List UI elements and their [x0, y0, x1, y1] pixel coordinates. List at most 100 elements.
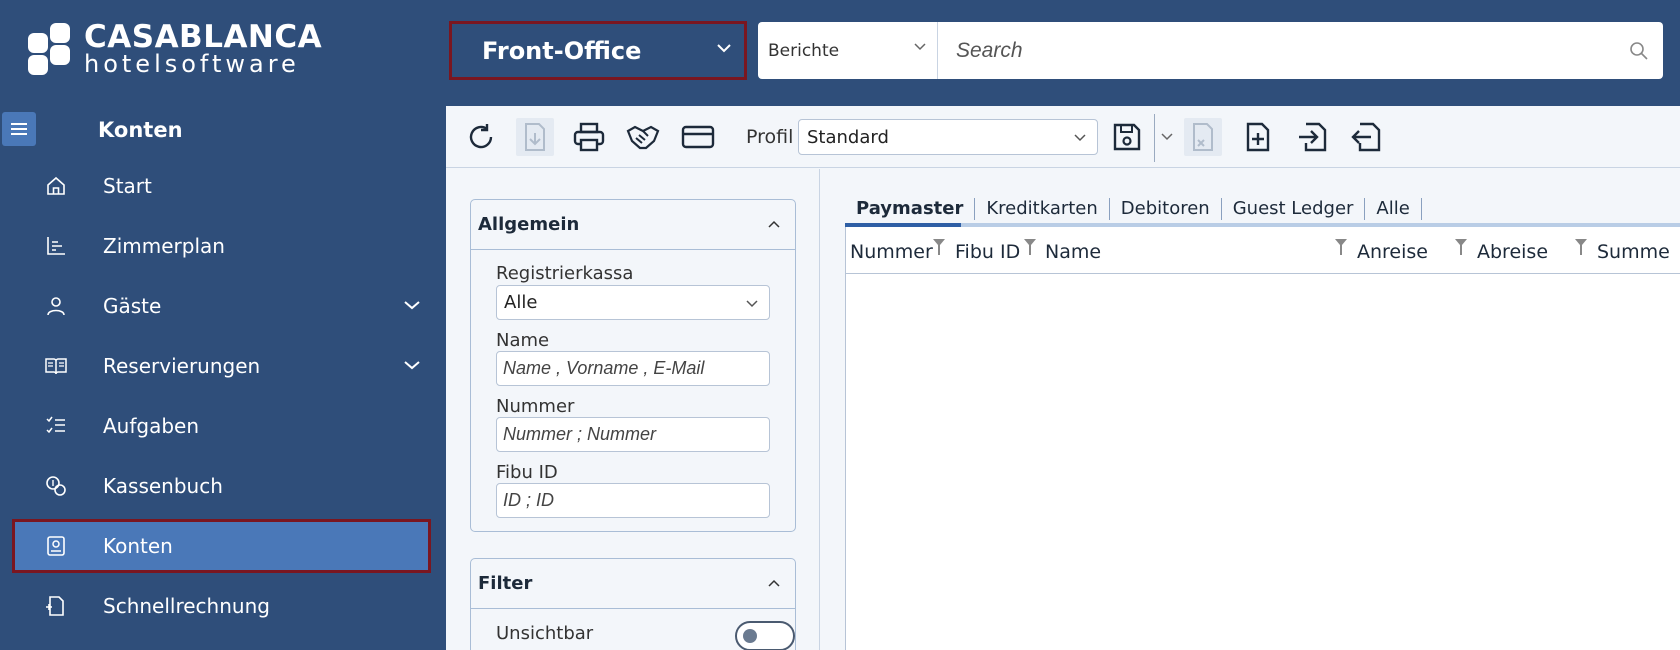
panel-filter: Filter Unsichtbar: [470, 558, 796, 650]
filter-funnel-icon[interactable]: [1575, 239, 1587, 255]
register-select[interactable]: Alle: [496, 285, 770, 320]
account-icon: [47, 536, 65, 556]
search-category-value: Berichte: [768, 40, 840, 61]
search-icon[interactable]: [1629, 41, 1649, 61]
profile-select-value: Standard: [807, 126, 889, 148]
column-header-summe[interactable]: Summe: [1597, 241, 1670, 263]
hamburger-icon: [11, 123, 27, 135]
sidebar-item-label: Start: [103, 174, 152, 198]
logo-text: CASABLANCA hotelsoftware: [84, 19, 323, 77]
save-icon: [1113, 123, 1141, 151]
logo-mark-icon: [28, 23, 72, 75]
profile-select[interactable]: Standard: [798, 119, 1098, 155]
save-profile-button[interactable]: [1108, 118, 1146, 156]
column-header-nummer[interactable]: Nummer: [850, 241, 933, 263]
module-select[interactable]: Front-Office: [449, 21, 747, 80]
sidebar-item-label: Gäste: [103, 294, 162, 318]
refresh-icon: [469, 124, 493, 149]
chevron-down-icon: [1074, 134, 1086, 142]
search-bar: Berichte: [758, 22, 1663, 79]
panel-title: Filter: [478, 573, 533, 594]
profile-label: Profil: [746, 126, 794, 148]
sidebar-item-label: Reservierungen: [103, 354, 261, 378]
chevron-up-icon: [768, 220, 780, 228]
tab-paymaster[interactable]: Paymaster: [845, 198, 976, 220]
credit-card-icon: [681, 125, 715, 149]
app-header: CASABLANCA hotelsoftware Front-Office Be…: [0, 0, 1680, 106]
name-label: Name: [496, 330, 550, 351]
add-document-icon: [1246, 122, 1270, 152]
sidebar-item-gaeste[interactable]: Gäste: [12, 279, 431, 333]
new-account-button[interactable]: [1239, 118, 1277, 156]
search-input[interactable]: [938, 22, 1663, 79]
chevron-down-icon: [746, 300, 758, 308]
sidebar-item-label: Aufgaben: [103, 414, 200, 438]
module-select-value: Front-Office: [482, 36, 642, 65]
sidebar-item-konten[interactable]: Konten: [12, 519, 431, 573]
import-button[interactable]: [1294, 118, 1332, 156]
chevron-down-icon: [914, 43, 926, 51]
sidebar-item-reservierungen[interactable]: Reservierungen: [12, 339, 431, 393]
export-account-button[interactable]: [1348, 118, 1386, 156]
delete-profile-button[interactable]: [1184, 118, 1222, 156]
grid-header: Nummer Fibu ID Name Anreise Abreise Summ…: [846, 227, 1680, 274]
sidebar-item-label: Schnellrechnung: [103, 594, 270, 618]
column-header-anreise[interactable]: Anreise: [1357, 241, 1428, 263]
menu-toggle-button[interactable]: [2, 112, 36, 146]
filter-funnel-icon[interactable]: [1455, 239, 1467, 255]
filter-funnel-icon[interactable]: [1335, 239, 1347, 255]
brand-name: CASABLANCA: [84, 19, 323, 55]
card-button[interactable]: [679, 118, 717, 156]
accounts-content: Paymaster Kreditkarten Debitoren Guest L…: [821, 169, 1680, 650]
sidebar-item-kassenbuch[interactable]: Kassenbuch: [12, 459, 431, 513]
chart-icon: [47, 237, 65, 255]
tab-alle[interactable]: Alle: [1365, 198, 1422, 220]
toggle-knob: [743, 629, 757, 643]
column-header-name[interactable]: Name: [1045, 241, 1101, 263]
tab-kreditkarten[interactable]: Kreditkarten: [975, 198, 1110, 220]
print-button[interactable]: [570, 118, 608, 156]
sidebar-item-aufgaben[interactable]: Aufgaben: [12, 399, 431, 453]
invisible-toggle[interactable]: [735, 621, 795, 650]
sidebar-item-schnellrechnung[interactable]: Schnellrechnung: [12, 579, 431, 633]
register-select-value: Alle: [504, 292, 538, 313]
search-category-select[interactable]: Berichte: [758, 22, 938, 79]
accounts-grid: Nummer Fibu ID Name Anreise Abreise Summ…: [845, 227, 1680, 650]
download-document-icon: [525, 123, 545, 151]
chevron-up-icon: [768, 579, 780, 587]
panel-filter-header[interactable]: Filter: [471, 559, 795, 609]
column-header-abreise[interactable]: Abreise: [1477, 241, 1548, 263]
chevron-down-icon[interactable]: [403, 359, 421, 371]
chevron-down-icon[interactable]: [403, 299, 421, 311]
column-header-fibu-id[interactable]: Fibu ID: [955, 241, 1020, 263]
chevron-down-icon[interactable]: [1160, 132, 1174, 142]
refresh-button[interactable]: [462, 118, 500, 156]
sidebar-item-zimmerplan[interactable]: Zimmerplan: [12, 219, 431, 273]
fibu-id-input[interactable]: [496, 483, 770, 518]
tab-guest-ledger[interactable]: Guest Ledger: [1222, 198, 1366, 220]
toolbar-divider: [1154, 114, 1155, 162]
register-label: Registrierkassa: [496, 263, 634, 284]
main-area: Profil Standard Allgemein Registrierkass…: [446, 106, 1680, 650]
handshake-button[interactable]: [624, 118, 662, 156]
home-icon: [47, 176, 65, 195]
export-button[interactable]: [516, 118, 554, 156]
sidebar-item-label: Kassenbuch: [103, 474, 223, 498]
name-input[interactable]: [496, 351, 770, 386]
sidebar-item-start[interactable]: Start: [12, 159, 431, 213]
panel-allgemein-header[interactable]: Allgemein: [471, 200, 795, 250]
number-input[interactable]: [496, 417, 770, 452]
panel-allgemein: Allgemein Registrierkassa Alle Name Numm…: [470, 199, 796, 532]
tab-debitoren[interactable]: Debitoren: [1110, 198, 1222, 220]
chevron-down-icon: [717, 44, 731, 53]
export-icon: [1351, 122, 1381, 152]
person-icon: [47, 297, 65, 316]
brand-logo[interactable]: CASABLANCA hotelsoftware: [28, 22, 322, 76]
delete-document-icon: [1193, 123, 1213, 151]
filter-funnel-icon[interactable]: [933, 239, 945, 255]
sidebar-item-label: Zimmerplan: [103, 234, 225, 258]
sidebar-title: Konten: [98, 118, 183, 142]
invisible-label: Unsichtbar: [496, 623, 594, 644]
sidebar-item-label: Konten: [103, 534, 173, 558]
filter-funnel-icon[interactable]: [1024, 239, 1036, 255]
